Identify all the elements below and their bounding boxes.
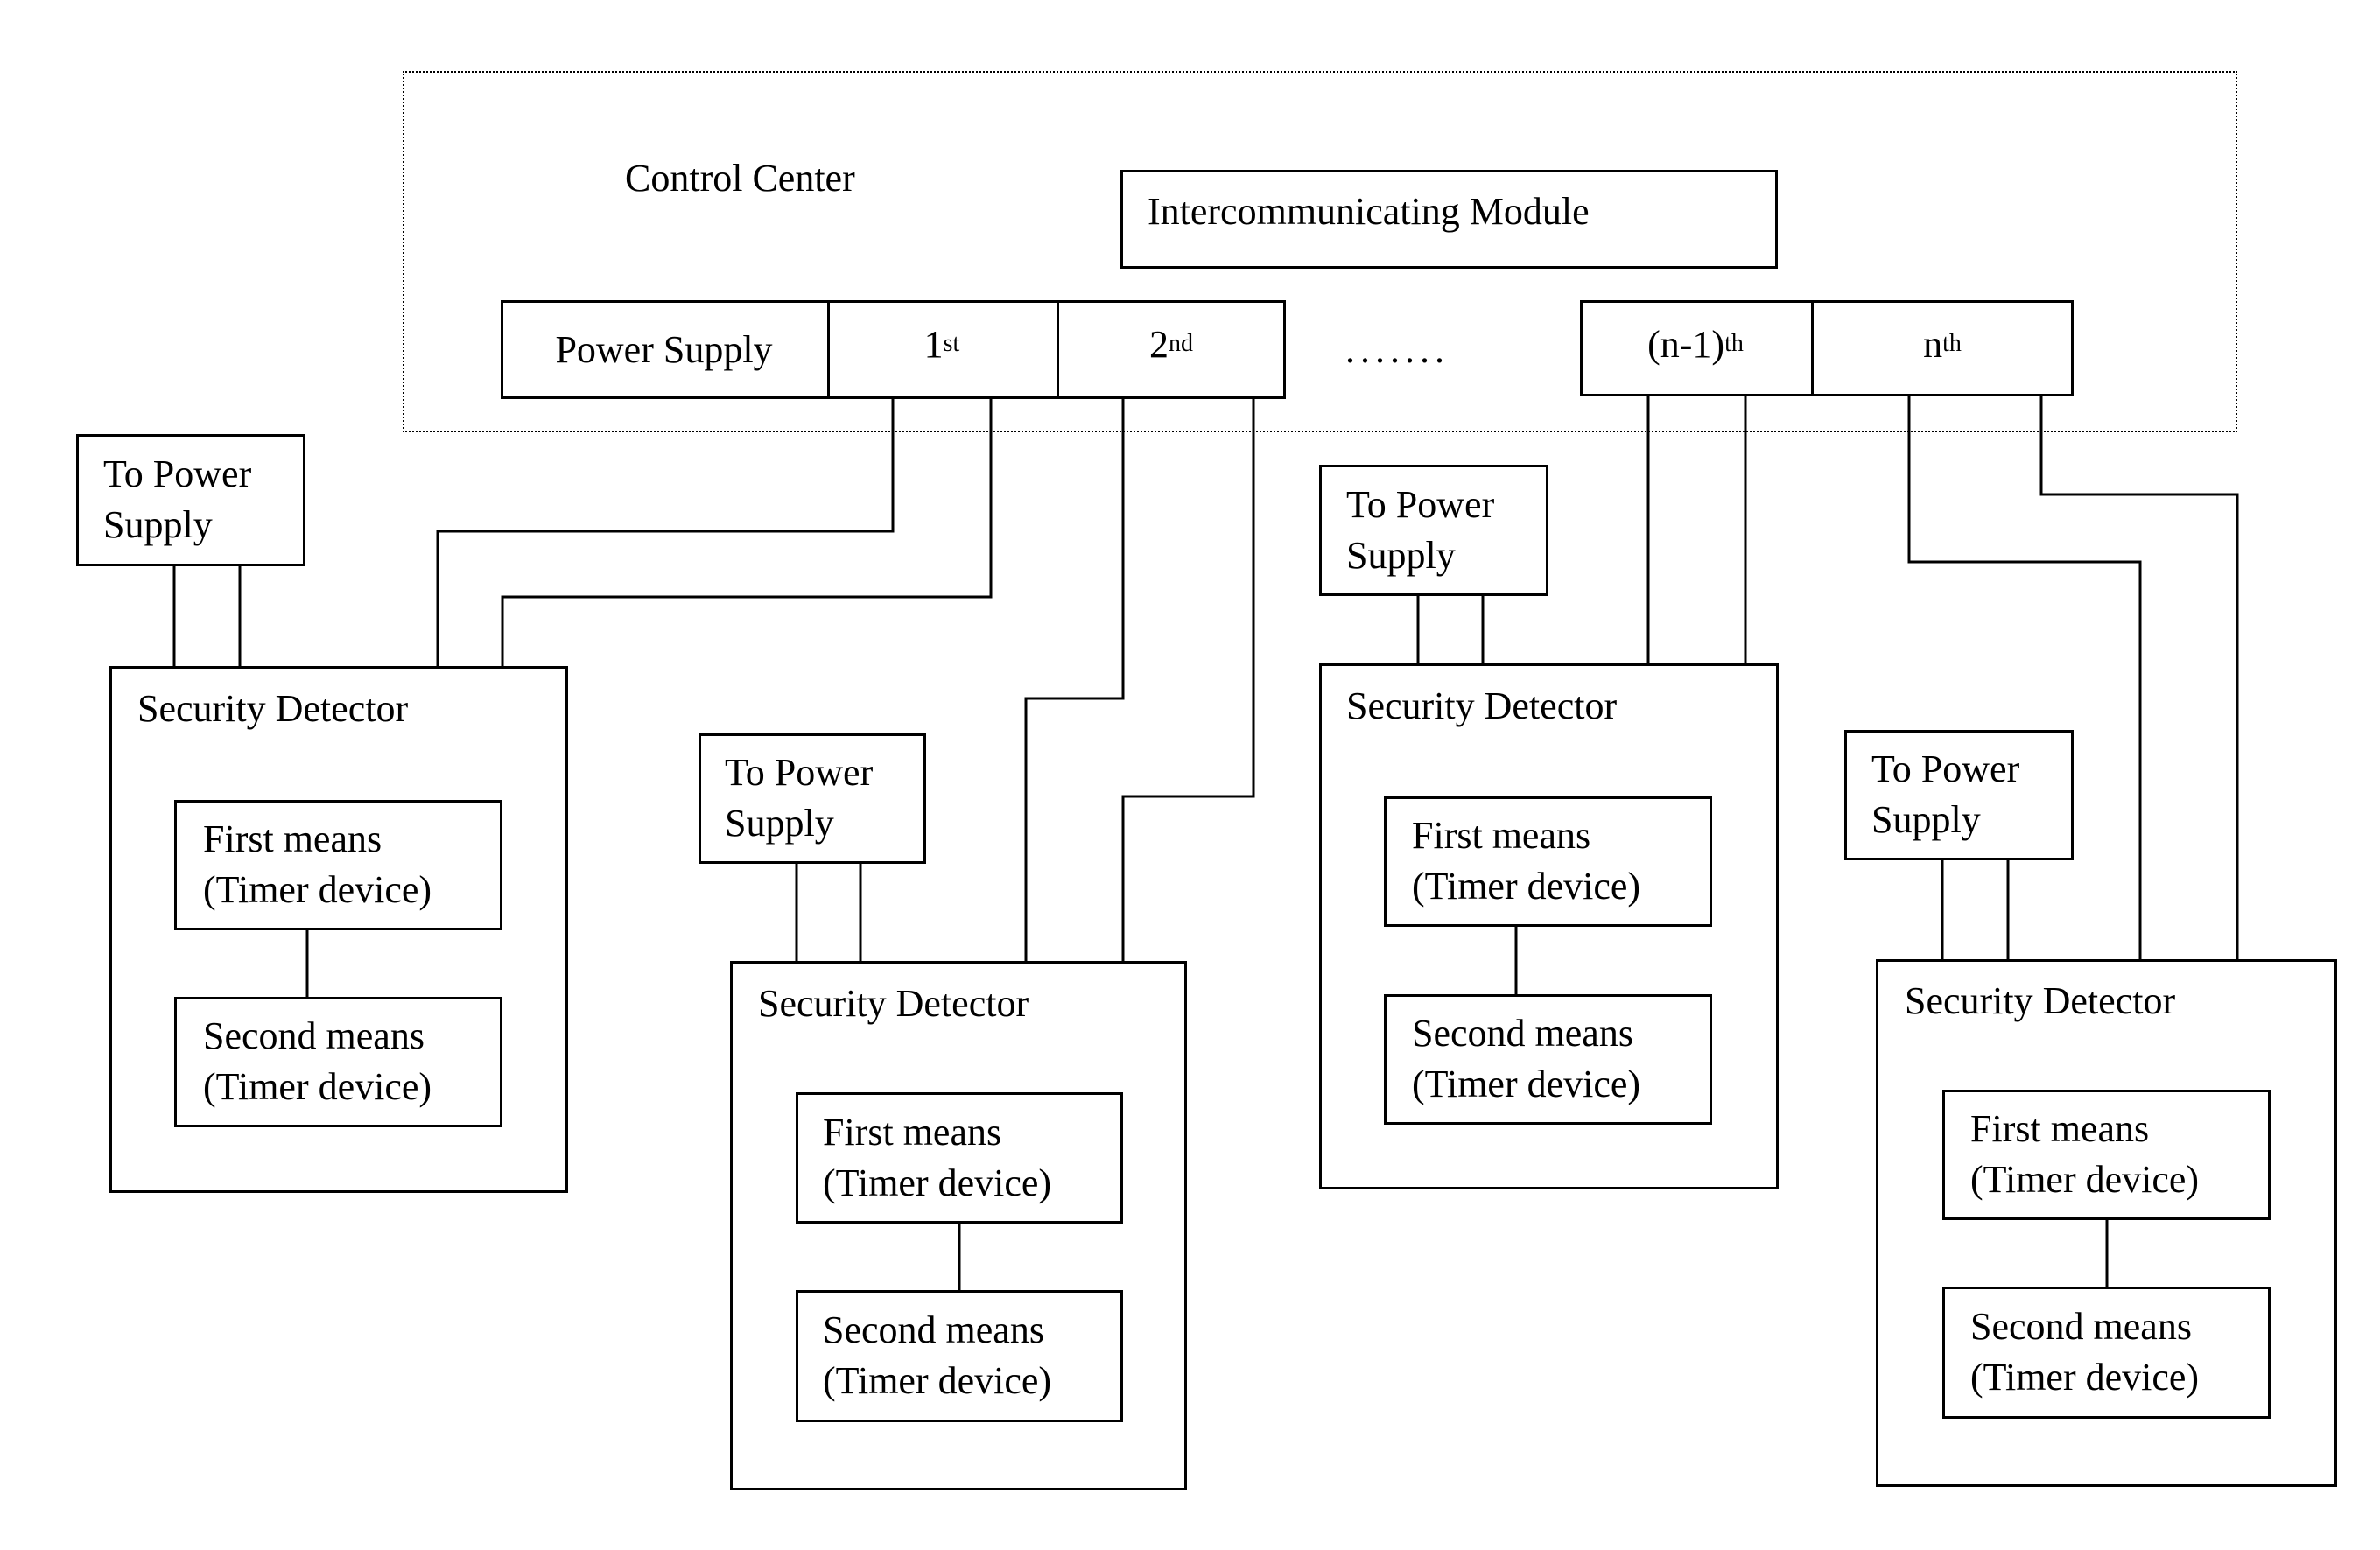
security-detector-title: Security Detector <box>758 982 1029 1025</box>
channel-1st: 1st <box>923 322 960 366</box>
second-means-label: Second means (Timer device) <box>203 1014 432 1108</box>
to-power-supply-label: To Power Supply <box>103 452 252 546</box>
to-power-supply-label: To Power Supply <box>1871 747 2020 841</box>
first-means-label: First means (Timer device) <box>823 1111 1052 1204</box>
channel-label: 2 <box>1149 322 1169 366</box>
intercommunicating-module-label: Intercommunicating Module <box>1148 190 1590 233</box>
to-power-supply-label: To Power Supply <box>1346 483 1495 577</box>
security-detector-title: Security Detector <box>1905 979 2176 1022</box>
power-supply-label: Power Supply <box>555 328 773 371</box>
second-means-label: Second means (Timer device) <box>1412 1012 1641 1105</box>
second-means-label: Second means (Timer device) <box>1970 1305 2200 1399</box>
channel-n: n th <box>1923 322 1962 366</box>
channel-label: 1 <box>923 322 944 366</box>
wire-1st-a <box>436 399 895 666</box>
second-means-label: Second means (Timer device) <box>823 1308 1052 1402</box>
channel-label: (n-1) <box>1647 322 1725 366</box>
wire-2nd-b <box>1121 399 1255 961</box>
channel-n-minus-1: (n-1) th <box>1647 322 1744 366</box>
power-supply-cell: Power Supply <box>501 300 827 399</box>
to-power-supply-label: To Power Supply <box>725 751 874 845</box>
wire-n-a <box>1907 396 2142 959</box>
ellipsis: ....... <box>1345 328 1450 371</box>
security-detector-title: Security Detector <box>137 687 409 730</box>
channel-2nd: 2nd <box>1149 322 1193 366</box>
control-center-title: Control Center <box>625 157 855 200</box>
security-detector-title: Security Detector <box>1346 684 1618 727</box>
first-means-label: First means (Timer device) <box>1412 814 1641 908</box>
first-means-label: First means (Timer device) <box>203 817 432 911</box>
first-means-label: First means (Timer device) <box>1970 1107 2200 1201</box>
channel-label: n <box>1923 322 1943 366</box>
wire-2nd-a <box>1024 399 1125 961</box>
